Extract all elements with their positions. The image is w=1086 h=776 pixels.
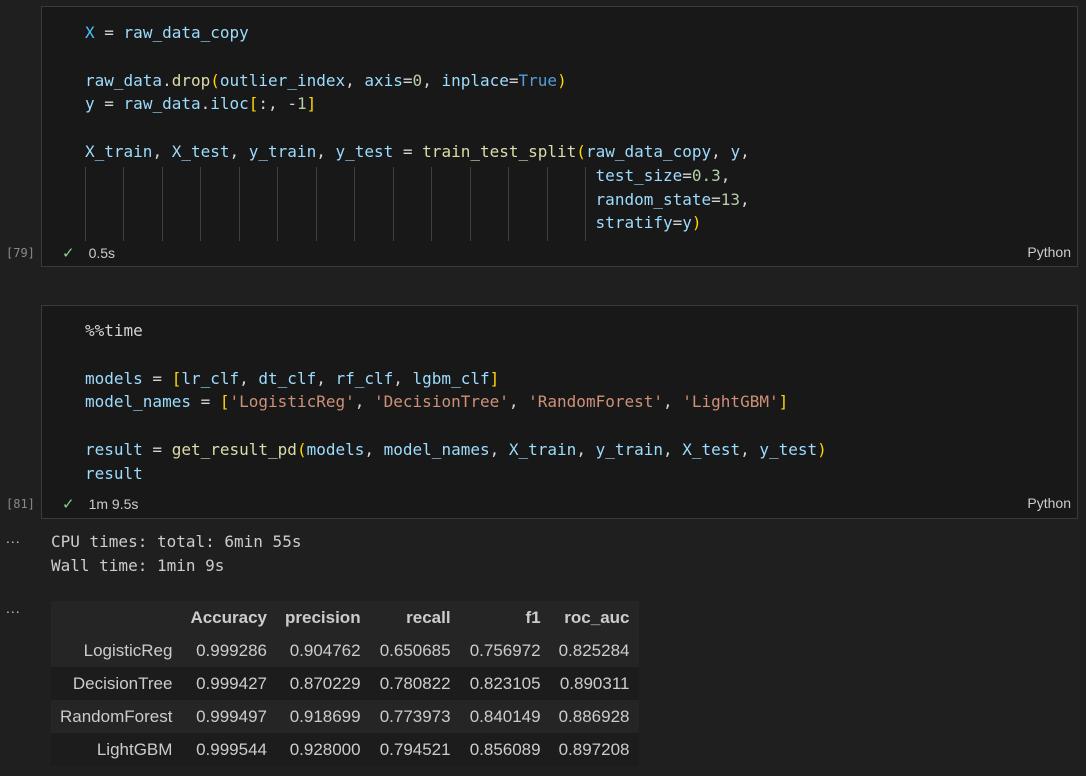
ellipsis-icon[interactable]: ... xyxy=(6,600,21,616)
table-cell: 0.918699 xyxy=(289,706,361,726)
code-line: models = [lr_clf, dt_clf, rf_clf, lgbm_c… xyxy=(85,368,500,388)
table-cell: 0.856089 xyxy=(469,739,541,759)
table-row: LogisticReg 0.999286 0.904762 0.650685 0… xyxy=(51,634,639,667)
code-line: result xyxy=(85,463,143,483)
table-cell: 0.890311 xyxy=(559,673,630,693)
table-cell: 0.999427 xyxy=(196,673,267,693)
indent-guide xyxy=(585,167,586,241)
stdout-line: CPU times: total: 6min 55s xyxy=(51,532,302,551)
indent-guide xyxy=(162,167,163,241)
column-header: roc_auc xyxy=(549,601,639,634)
table-row: DecisionTree 0.999427 0.870229 0.780822 … xyxy=(51,667,639,700)
column-header: precision xyxy=(276,601,370,634)
table-header-row: Accuracy precision recall f1 roc_auc xyxy=(51,601,639,634)
table-cell: 0.650685 xyxy=(379,640,451,660)
table-cell: 0.756972 xyxy=(469,640,541,660)
table-cell: 0.999544 xyxy=(196,739,267,759)
stdout-line: Wall time: 1min 9s xyxy=(51,556,225,575)
table-cell: 0.999497 xyxy=(196,706,267,726)
table-cell: 0.780822 xyxy=(379,673,451,693)
code-line: result = get_result_pd(models, model_nam… xyxy=(85,439,827,459)
table-cell: 0.904762 xyxy=(289,640,361,660)
check-icon: ✓ xyxy=(62,245,75,262)
cell-language-label[interactable]: Python xyxy=(1027,244,1071,260)
table-cell: 0.825284 xyxy=(558,640,630,660)
indent-guide xyxy=(354,167,355,241)
stdout-output: CPU times: total: 6min 55s Wall time: 1m… xyxy=(51,530,301,578)
indent-guide xyxy=(316,167,317,241)
row-index: DecisionTree xyxy=(72,673,173,693)
result-dataframe: Accuracy precision recall f1 roc_auc Log… xyxy=(51,601,639,766)
table-row: RandomForest 0.999497 0.918699 0.773973 … xyxy=(51,700,639,733)
indent-guide xyxy=(123,167,124,241)
code-line: y = raw_data.iloc[:, -1] xyxy=(85,94,317,114)
indent-guide xyxy=(239,167,240,241)
code-cell-81[interactable]: %%time models = [lr_clf, dt_clf, rf_clf,… xyxy=(41,305,1078,519)
indent-guide xyxy=(547,167,548,241)
execution-time: 0.5s xyxy=(88,245,116,261)
index-header xyxy=(51,601,182,634)
execution-count: [81] xyxy=(6,497,35,511)
table-cell: 0.773973 xyxy=(379,706,451,726)
row-index: LightGBM xyxy=(96,739,173,759)
code-line: %%time xyxy=(85,321,143,340)
table-cell: 0.794521 xyxy=(379,739,451,759)
ellipsis-icon[interactable]: ... xyxy=(6,530,21,546)
indent-guide xyxy=(393,167,394,241)
indent-guides xyxy=(85,167,605,241)
table-row: LightGBM 0.999544 0.928000 0.794521 0.85… xyxy=(51,733,639,766)
table-cell: 0.999286 xyxy=(196,640,267,660)
indent-guide xyxy=(431,167,432,241)
indent-guide xyxy=(85,167,86,241)
indent-guide xyxy=(200,167,201,241)
execution-count: [79] xyxy=(6,246,35,260)
row-index: LogisticReg xyxy=(83,640,173,660)
column-header: Accuracy xyxy=(181,601,276,634)
indent-guide xyxy=(277,167,278,241)
execution-status: ✓ 1m 9.5s xyxy=(62,495,138,513)
code-line: X_train, X_test, y_train, y_test = train… xyxy=(85,141,750,161)
table-cell: 0.928000 xyxy=(289,739,361,759)
column-header: f1 xyxy=(459,601,550,634)
table-cell: 0.840149 xyxy=(469,706,541,726)
code-editor[interactable]: %%time models = [lr_clf, dt_clf, rf_clf,… xyxy=(85,319,827,486)
table-cell: 0.870229 xyxy=(289,673,361,693)
code-line: X = raw_data_copy xyxy=(85,23,249,42)
code-line: raw_data.drop(outlier_index, axis=0, inp… xyxy=(85,70,567,90)
indent-guide xyxy=(470,167,471,241)
code-line: model_names = ['LogisticReg', 'DecisionT… xyxy=(85,392,789,412)
table-cell: 0.897208 xyxy=(558,739,630,759)
execution-status: ✓ 0.5s xyxy=(62,244,115,262)
indent-guide xyxy=(508,167,509,241)
table-cell: 0.886928 xyxy=(558,706,630,726)
table-cell: 0.823105 xyxy=(469,673,541,693)
row-index: RandomForest xyxy=(60,706,173,726)
code-cell-79[interactable]: X = raw_data_copy raw_data.drop(outlier_… xyxy=(41,6,1078,267)
cell-language-label[interactable]: Python xyxy=(1027,495,1071,511)
check-icon: ✓ xyxy=(62,496,75,513)
column-header: recall xyxy=(369,601,460,634)
execution-time: 1m 9.5s xyxy=(88,496,139,512)
